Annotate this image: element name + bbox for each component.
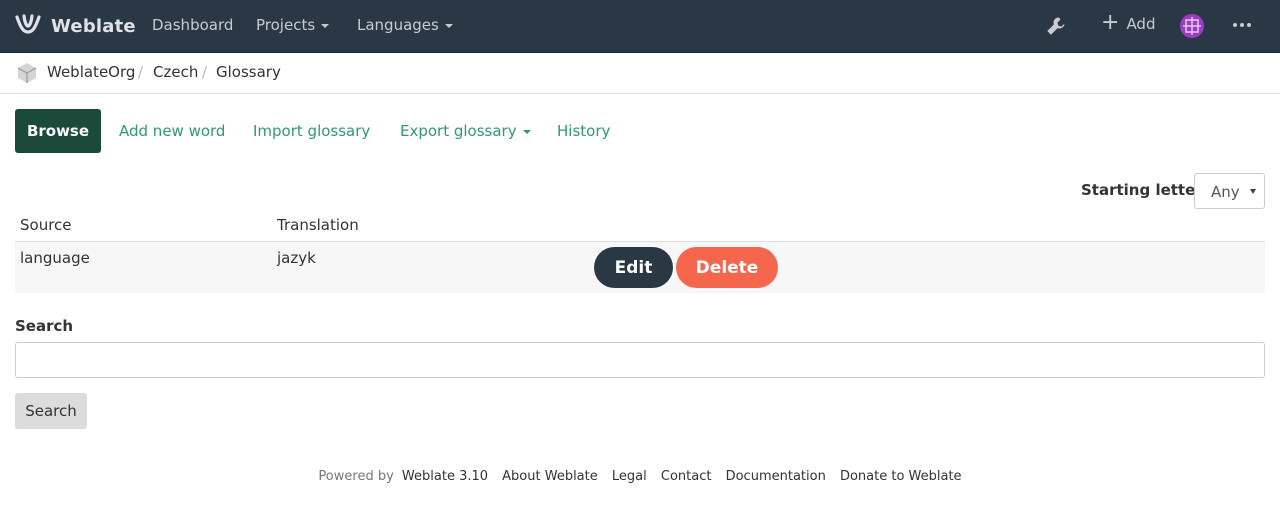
- footer-link-documentation[interactable]: Documentation: [726, 469, 826, 484]
- avatar[interactable]: [1180, 14, 1204, 38]
- footer-link-about[interactable]: About Weblate: [502, 469, 598, 484]
- translation-cell: jazyk: [277, 249, 316, 267]
- breadcrumb-separator: /: [138, 63, 144, 81]
- caret-down-icon: [522, 129, 531, 134]
- footer-link-contact[interactable]: Contact: [661, 469, 712, 484]
- search-button[interactable]: Search: [15, 393, 87, 429]
- project-icon: [17, 62, 37, 88]
- footer-version-link[interactable]: Weblate 3.10: [402, 469, 488, 484]
- nav-projects-dropdown[interactable]: Projects: [256, 16, 330, 34]
- search-input[interactable]: [15, 342, 1265, 378]
- tab-add-new-word[interactable]: Add new word: [119, 122, 225, 140]
- tab-import-glossary[interactable]: Import glossary: [253, 122, 370, 140]
- caret-down-icon: [444, 23, 453, 28]
- search-label: Search: [15, 317, 74, 335]
- footer-link-legal[interactable]: Legal: [612, 469, 647, 484]
- footer-link-donate[interactable]: Donate to Weblate: [840, 469, 962, 484]
- starting-letter-value: Any: [1211, 183, 1240, 201]
- add-button[interactable]: + Add: [1101, 10, 1155, 35]
- footer: Powered by Weblate 3.10 About Weblate Le…: [0, 469, 1280, 484]
- tab-history[interactable]: History: [557, 122, 610, 140]
- breadcrumb-language[interactable]: Czech: [153, 63, 198, 81]
- tab-export-glossary[interactable]: Export glossary: [400, 122, 531, 140]
- nav-languages-dropdown[interactable]: Languages: [357, 16, 453, 34]
- starting-letter-select[interactable]: Any: [1194, 173, 1265, 209]
- breadcrumb-project[interactable]: WeblateOrg: [47, 63, 135, 81]
- weblate-logo-icon: [15, 13, 41, 39]
- column-header-translation: Translation: [277, 216, 359, 234]
- top-navbar: Weblate Dashboard Projects Languages + A…: [0, 0, 1280, 53]
- caret-down-icon: [1250, 189, 1256, 194]
- caret-down-icon: [321, 23, 330, 28]
- nav-dashboard[interactable]: Dashboard: [152, 16, 233, 34]
- delete-button[interactable]: Delete: [676, 247, 778, 288]
- brand-link[interactable]: Weblate: [15, 12, 136, 40]
- edit-button[interactable]: Edit: [594, 247, 673, 288]
- powered-by-text: Powered by: [318, 469, 394, 484]
- more-icon[interactable]: [1233, 23, 1251, 27]
- wrench-icon[interactable]: [1044, 14, 1068, 38]
- breadcrumb-glossary[interactable]: Glossary: [216, 63, 281, 81]
- breadcrumb-separator: /: [202, 63, 208, 81]
- tab-browse[interactable]: Browse: [15, 109, 101, 153]
- brand-name: Weblate: [51, 15, 136, 37]
- plus-icon: +: [1101, 10, 1120, 35]
- starting-letter-label: Starting letter: [1081, 181, 1203, 199]
- breadcrumb: WeblateOrg / Czech / Glossary: [0, 53, 1280, 94]
- source-cell: language: [20, 249, 90, 267]
- column-header-source: Source: [20, 216, 72, 234]
